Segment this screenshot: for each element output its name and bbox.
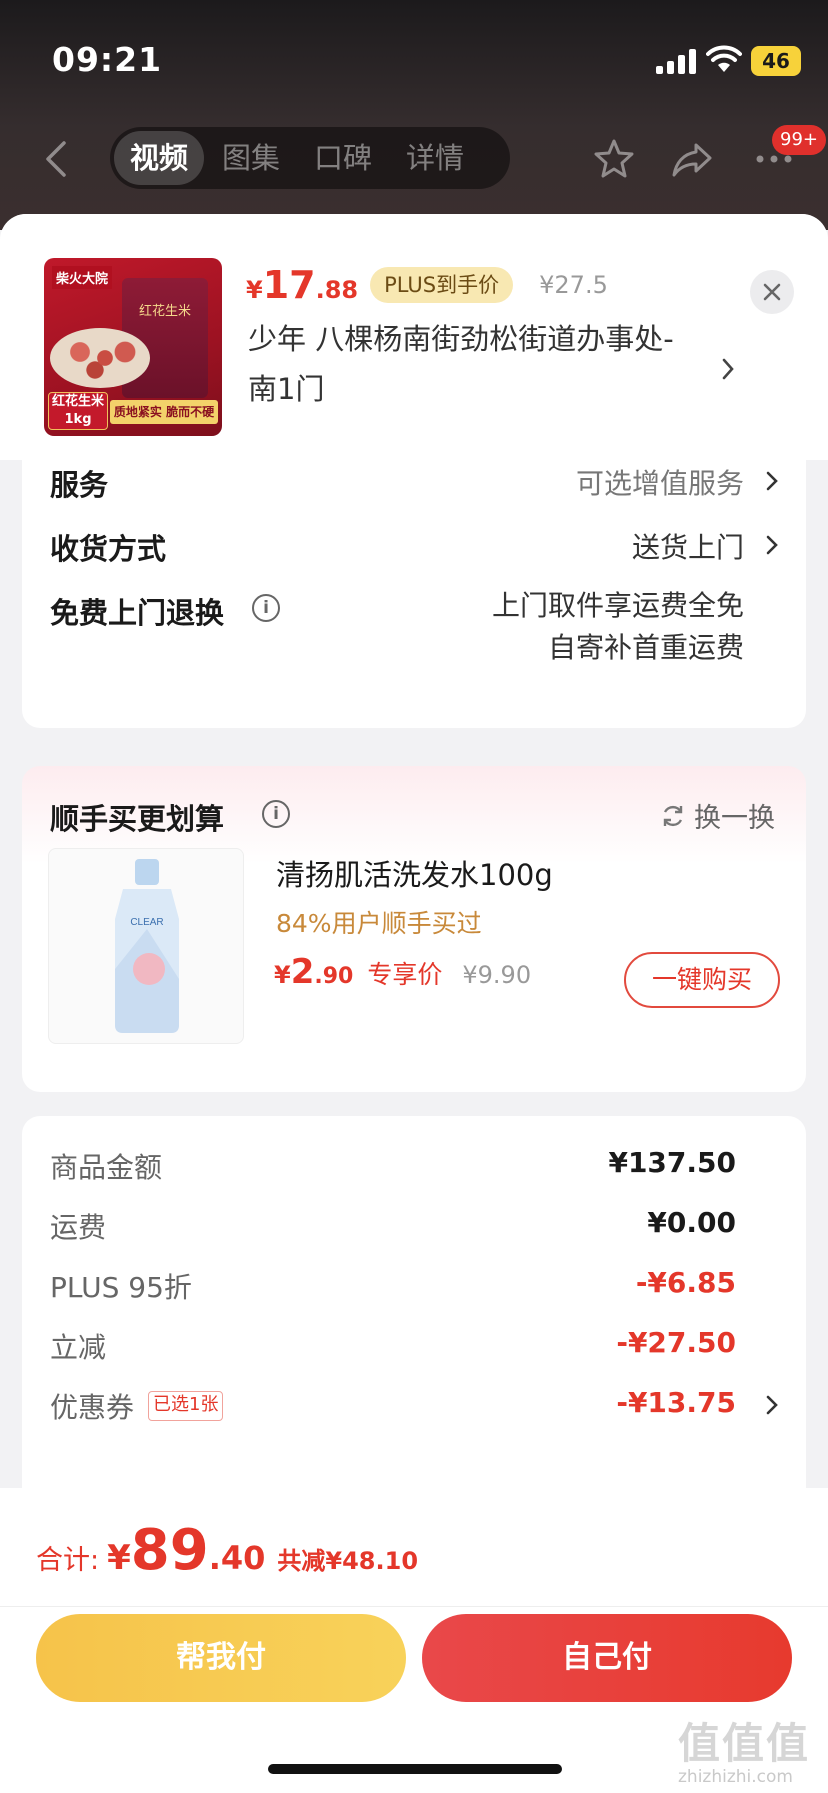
- coupon-selected-tag: 已选1张: [148, 1391, 224, 1421]
- tab-reviews[interactable]: 口碑: [298, 131, 388, 185]
- upsell-info-icon[interactable]: i: [262, 800, 290, 828]
- original-price: ¥27.5: [539, 271, 608, 299]
- info-icon[interactable]: i: [252, 594, 280, 622]
- message-badge: 99+: [772, 125, 826, 155]
- plus-price-tag: PLUS到手价: [370, 267, 514, 303]
- address-chevron-icon[interactable]: [718, 354, 738, 384]
- upsell-product-image[interactable]: CLEAR: [48, 848, 244, 1044]
- weight-tag: 红花生米 1kg: [48, 392, 108, 430]
- refresh-icon: [663, 805, 683, 826]
- delivery-chevron-icon[interactable]: [764, 532, 780, 558]
- total-label: 合计:: [36, 1545, 100, 1576]
- fee-label: 立减: [50, 1331, 107, 1364]
- upsell-product-name[interactable]: 清扬肌活洗发水100g: [276, 852, 553, 894]
- upsell-original-price: ¥9.90: [462, 961, 532, 989]
- tab-gallery[interactable]: 图集: [206, 131, 296, 185]
- fee-value: -¥27.50: [616, 1326, 736, 1359]
- battery-icon: 46: [751, 46, 801, 76]
- refresh-button[interactable]: 换一换: [660, 796, 775, 835]
- total-savings: 共减¥48.10: [277, 1547, 419, 1575]
- fee-label: 商品金额: [50, 1151, 163, 1184]
- service-label: 服务: [50, 468, 109, 502]
- close-icon: [763, 283, 781, 301]
- close-button[interactable]: [750, 270, 794, 314]
- home-indicator: [268, 1764, 562, 1774]
- free-return-line2: 自寄补首重运费: [547, 631, 744, 664]
- quality-tag: 质地紧实 脆而不硬: [110, 400, 218, 424]
- one-click-buy-button[interactable]: 一键购买: [624, 952, 780, 1008]
- ask-friend-pay-button[interactable]: 帮我付: [36, 1614, 406, 1702]
- service-chevron-icon[interactable]: [764, 468, 780, 494]
- tab-video[interactable]: 视频: [114, 131, 205, 185]
- star-favorite-icon[interactable]: [592, 137, 636, 181]
- checkout-bar: 合计: ¥89.40 共减¥48.10 帮我付 自己付 值值值 zhizhizh…: [0, 1488, 828, 1793]
- svg-text:CLEAR: CLEAR: [130, 917, 163, 928]
- share-icon[interactable]: [670, 137, 714, 181]
- product-nav-bar: 视频 图集 口碑 详情 99+: [0, 125, 828, 191]
- product-brand-logo: 柴火大院: [52, 266, 113, 289]
- fee-breakdown-card: 商品金额 ¥137.50 运费 ¥0.00 PLUS 95折 -¥6.85 立减…: [22, 1116, 806, 1536]
- wifi-icon: [706, 45, 742, 72]
- fee-label: 运费: [50, 1211, 107, 1244]
- fee-value: -¥6.85: [635, 1266, 736, 1299]
- price-row: ¥17.88 PLUS到手价 ¥27.5: [246, 258, 608, 312]
- fee-value: ¥0.00: [647, 1206, 736, 1239]
- upsell-card: 顺手买更划算 i 换一换 CLEAR 清扬肌活洗发水100g 84%用户顺手买过…: [22, 766, 806, 1092]
- product-image: 柴火大院 红花生米 红花生米 1kg 质地紧实 脆而不硬: [44, 258, 222, 436]
- fee-label: PLUS 95折: [50, 1271, 192, 1304]
- tab-details[interactable]: 详情: [390, 131, 480, 185]
- service-value[interactable]: 可选增值服务: [576, 462, 744, 502]
- product-summary: 柴火大院 红花生米 红花生米 1kg 质地紧实 脆而不硬 ¥17.88 PLUS…: [0, 214, 828, 460]
- delivery-method-label: 收货方式: [50, 532, 167, 566]
- options-card: 服务 可选增值服务 收货方式 送货上门 免费上门退换 i 上门取件享运费全免 自…: [22, 446, 806, 728]
- cellular-signal-icon: [656, 48, 696, 74]
- upsell-title: 顺手买更划算: [50, 802, 225, 836]
- media-tabs: 视频 图集 口碑 详情: [110, 127, 510, 189]
- pay-myself-button[interactable]: 自己付: [422, 1614, 792, 1702]
- coupon-chevron-icon[interactable]: [764, 1392, 780, 1418]
- product-price: ¥17.88: [246, 263, 359, 307]
- delivery-method-value[interactable]: 送货上门: [632, 526, 744, 566]
- peanuts-graphic: [50, 328, 150, 388]
- status-time: 09:21: [52, 40, 163, 79]
- watermark-logo: 值值值 zhizhizhi.com: [678, 1719, 811, 1787]
- shampoo-bottle-graphic: CLEAR: [115, 859, 179, 1033]
- free-return-label: 免费上门退换: [50, 596, 225, 630]
- upsell-price: ¥2.90 专享价 ¥9.90: [274, 952, 532, 992]
- order-total: 合计: ¥89.40 共减¥48.10: [36, 1518, 419, 1583]
- divider: [0, 1606, 828, 1607]
- status-bar: 09:21 46: [0, 0, 828, 110]
- coupon-label: 优惠券: [50, 1391, 135, 1424]
- fee-value: ¥137.50: [608, 1146, 736, 1179]
- coupon-row[interactable]: 优惠券 已选1张: [50, 1386, 224, 1426]
- bag-label: 红花生米: [138, 304, 191, 319]
- exclusive-price-label: 专享价: [367, 960, 443, 989]
- back-icon[interactable]: [40, 139, 76, 179]
- upsell-bought-text: 84%用户顺手买过: [276, 909, 482, 938]
- refresh-label: 换一换: [694, 803, 775, 834]
- coupon-value[interactable]: -¥13.75: [616, 1386, 736, 1419]
- delivery-address[interactable]: 少年 八棵杨南街劲松街道办事处-南1门: [248, 314, 688, 414]
- free-return-line1: 上门取件享运费全免: [491, 589, 744, 622]
